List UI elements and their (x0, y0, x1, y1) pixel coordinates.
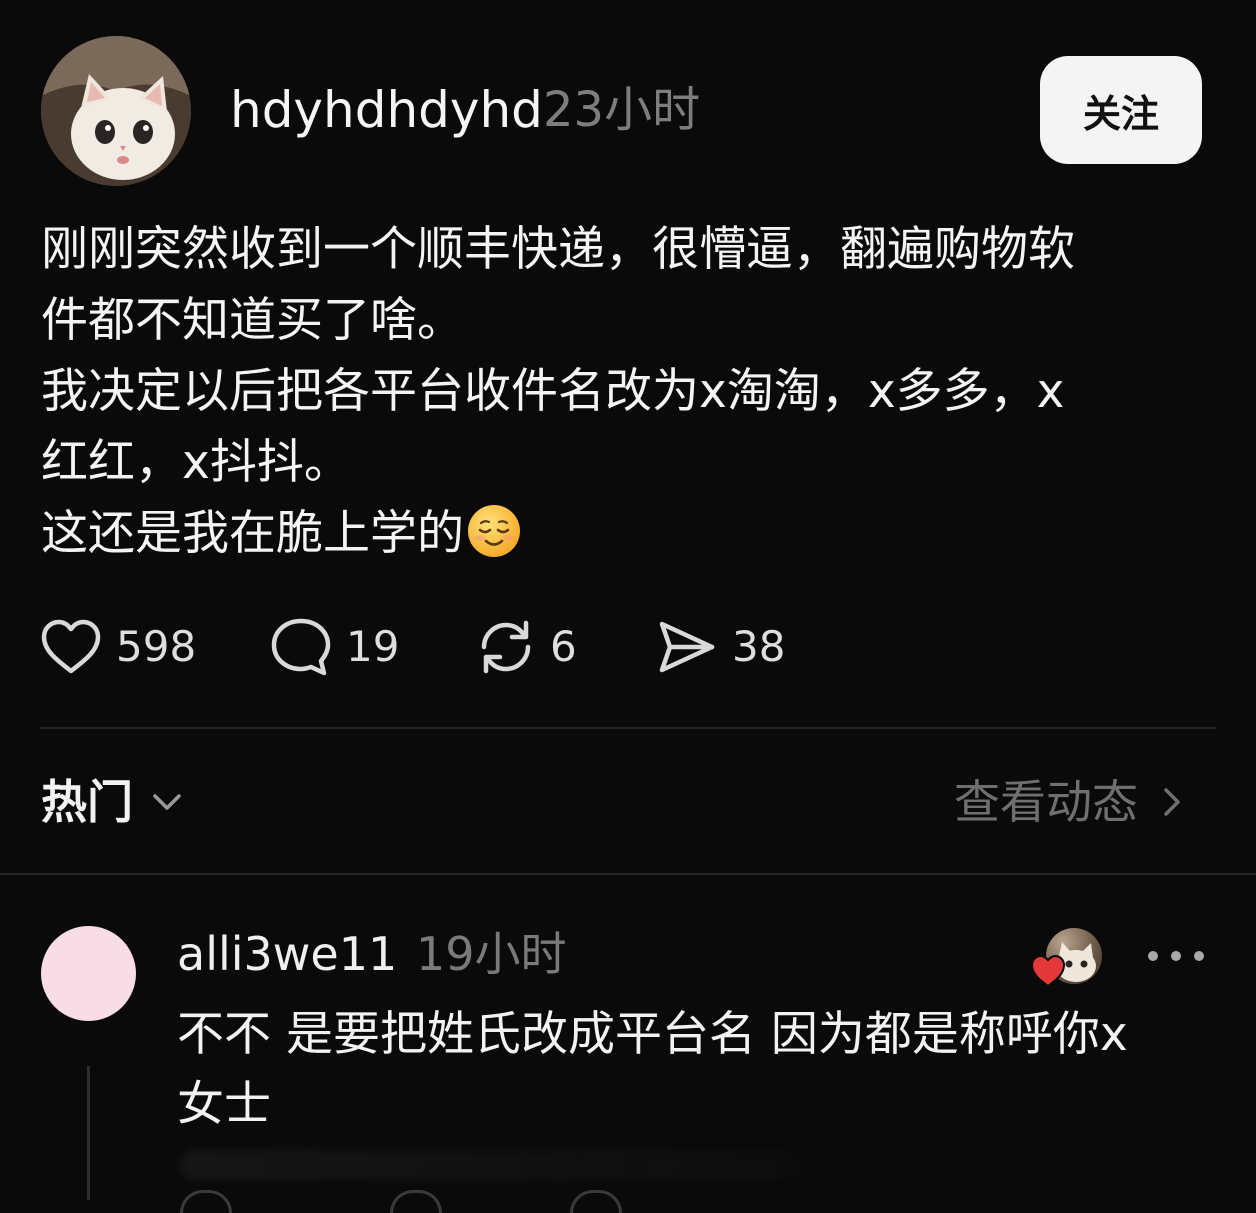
post-text-line: 红红，x抖抖。 (41, 435, 351, 490)
repost-count: 6 (550, 622, 577, 671)
truncated-content (180, 1150, 800, 1180)
commenter-avatar[interactable] (41, 926, 136, 1021)
divider (40, 727, 1216, 729)
truncated-action-icons (180, 1190, 780, 1213)
section-divider (0, 873, 1256, 875)
liked-by-author-badge (1030, 928, 1104, 992)
author-username[interactable]: hdyhdhdyhd (230, 82, 543, 138)
comment-text: 不不 是要把姓氏改成平台名 因为都是称呼你x 女士 (177, 1000, 1207, 1140)
heart-icon (41, 619, 101, 674)
post-text-line-last: 这还是我在脆上学的 (41, 498, 1181, 569)
author-avatar[interactable] (41, 36, 191, 186)
post-text-line: 件都不知道买了啥。 (41, 293, 464, 348)
share-button[interactable]: 38 (656, 614, 785, 680)
comment-button[interactable]: 19 (270, 614, 399, 680)
heart-filled-icon (1030, 954, 1066, 988)
send-icon (659, 621, 715, 673)
post-text-line: 我决定以后把各平台收件名改为x淘淘，x多多，x (41, 364, 1065, 419)
like-count: 598 (116, 622, 197, 671)
relieved-face-emoji-icon (468, 505, 520, 557)
post-timestamp: 23小时 (543, 82, 701, 138)
view-activity-link[interactable]: 查看动态 (954, 772, 1192, 832)
like-button[interactable]: 598 (40, 614, 196, 680)
sort-label: 热门 (41, 775, 133, 829)
repost-icon (481, 620, 531, 674)
share-count: 38 (732, 622, 786, 671)
comment-bubble-icon (271, 618, 331, 676)
more-dot-icon (1148, 951, 1158, 961)
post-text-line: 刚刚突然收到一个顺丰快递，很懵逼，翻遍购物软 (41, 222, 1075, 277)
more-options-button[interactable] (1148, 944, 1204, 968)
comment-text-line: 女士 (177, 1077, 271, 1132)
chevron-down-icon (153, 794, 181, 810)
more-dot-icon (1171, 951, 1181, 961)
repost-button[interactable]: 6 (476, 614, 577, 680)
comment-timestamp: 19小时 (416, 927, 567, 981)
chevron-right-icon (1164, 788, 1180, 816)
thread-line (87, 1066, 90, 1200)
post-text: 刚刚突然收到一个顺丰快递，很懵逼，翻遍购物软 件都不知道买了啥。 我决定以后把各… (41, 214, 1181, 569)
sort-dropdown[interactable]: 热门 (41, 772, 187, 832)
view-activity-label: 查看动态 (954, 775, 1138, 829)
commenter-username[interactable]: alli3we11 (177, 924, 397, 984)
kitten-avatar-image (41, 36, 191, 186)
post-text-line: 这还是我在脆上学的 (41, 506, 464, 561)
follow-button[interactable]: 关注 (1040, 56, 1202, 164)
more-dot-icon (1194, 951, 1204, 961)
comment-count: 19 (346, 622, 400, 671)
comment-text-line: 不不 是要把姓氏改成平台名 因为都是称呼你x (177, 1007, 1128, 1062)
